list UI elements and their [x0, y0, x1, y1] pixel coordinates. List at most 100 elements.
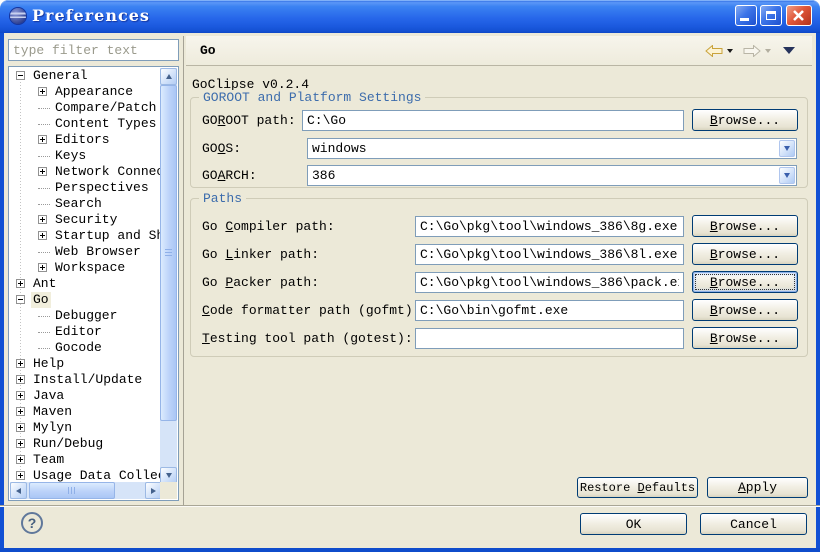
tree-expander-icon[interactable] [38, 87, 47, 96]
view-menu-icon[interactable] [783, 47, 795, 54]
tree-item[interactable]: Run/Debug [10, 436, 162, 452]
paths-group-title: Paths [199, 191, 246, 206]
combo-selected-value: 386 [312, 167, 335, 184]
tree-item-label: Editor [53, 324, 104, 340]
combo-selected-value: windows [312, 140, 367, 157]
tree-expander-icon[interactable] [16, 439, 25, 448]
tree-item[interactable]: Debugger [10, 308, 162, 324]
tree-item[interactable]: Java [10, 388, 162, 404]
tree-expander-icon[interactable] [16, 471, 25, 480]
tree-expander-icon[interactable] [16, 407, 25, 416]
tree-item[interactable]: Ant [10, 276, 162, 292]
tree-expander-icon[interactable] [38, 167, 47, 176]
eclipse-logo-icon [10, 8, 26, 24]
tree-item[interactable]: Perspectives [10, 180, 162, 196]
tree-item[interactable]: Search [10, 196, 162, 212]
testing-tool-path-input[interactable] [415, 328, 684, 349]
tree-item-label: Java [31, 388, 66, 404]
tree-item[interactable]: General [10, 68, 162, 84]
tree-item[interactable]: Appearance [10, 84, 162, 100]
tree-item[interactable]: Content Types [10, 116, 162, 132]
tree-item-label: Network Connections [53, 164, 162, 180]
back-history-dropdown-icon[interactable] [727, 49, 733, 53]
tree-item[interactable]: Install/Update [10, 372, 162, 388]
tree-item[interactable]: Mylyn [10, 420, 162, 436]
tree-expander-icon[interactable] [16, 391, 25, 400]
tree-item-label: Go [31, 292, 51, 308]
goarch-combo[interactable]: 386 [307, 165, 797, 186]
goroot-settings-group-title: GOROOT and Platform Settings [199, 90, 425, 105]
tree-item[interactable]: Editors [10, 132, 162, 148]
maximize-button[interactable] [760, 5, 782, 26]
browse-goroot-button[interactable]: Browse... [692, 109, 798, 131]
tree-item-label: Compare/Patch [53, 100, 158, 116]
chevron-down-icon[interactable] [779, 140, 795, 157]
tree-expander-icon[interactable] [16, 279, 25, 288]
filter-input[interactable] [8, 39, 179, 61]
tree-item[interactable]: Gocode [10, 340, 162, 356]
tree-expander-icon[interactable] [38, 263, 47, 272]
go-compiler-path-input[interactable] [415, 216, 684, 237]
tree-item[interactable]: Help [10, 356, 162, 372]
go-linker-path-label: Go Linker path: [202, 247, 319, 263]
ok-button[interactable]: OK [580, 513, 687, 535]
tree-item-label: Appearance [53, 84, 135, 100]
code-formatter-path-input[interactable] [415, 300, 684, 321]
tree-expander-icon[interactable] [38, 231, 47, 240]
goroot-path-input[interactable] [302, 110, 684, 131]
scroll-up-button[interactable] [160, 68, 177, 85]
tree-item[interactable]: Compare/Patch [10, 100, 162, 116]
label-mnemonic: C [202, 303, 210, 318]
label-text: Go [202, 219, 225, 234]
scroll-left-button[interactable] [10, 482, 27, 499]
tree-item[interactable]: Keys [10, 148, 162, 164]
label-text: esting tool path (gotest): [210, 331, 413, 346]
tree-item[interactable]: Team [10, 452, 162, 468]
tree-expander-icon[interactable] [38, 215, 47, 224]
tree-horizontal-scrollbar[interactable] [10, 482, 162, 499]
cancel-button[interactable]: Cancel [700, 513, 807, 535]
help-button[interactable]: ? [21, 512, 43, 534]
restore-defaults-button[interactable]: Restore Defaults [577, 477, 698, 498]
tree-item-label: Content Types [53, 116, 158, 132]
browse-compiler-button[interactable]: Browse... [692, 215, 798, 237]
label-text: ompiler path: [233, 219, 334, 234]
tree-item[interactable]: Security [10, 212, 162, 228]
tree-expander-icon[interactable] [16, 455, 25, 464]
browse-formatter-button[interactable]: Browse... [692, 299, 798, 321]
tree-expander-icon[interactable] [16, 359, 25, 368]
tree-item[interactable]: Web Browser [10, 244, 162, 260]
tree-item[interactable]: Go [10, 292, 162, 308]
tree-item[interactable]: Workspace [10, 260, 162, 276]
tree-expander-icon[interactable] [16, 71, 25, 80]
tree-expander-icon[interactable] [16, 375, 25, 384]
tree-item[interactable]: Maven [10, 404, 162, 420]
tree-vertical-scrollbar[interactable] [160, 68, 177, 484]
minimize-button[interactable] [735, 5, 757, 26]
go-linker-path-input[interactable] [415, 244, 684, 265]
horizontal-scroll-thumb[interactable] [29, 482, 115, 499]
tree-expander-icon[interactable] [16, 423, 25, 432]
goos-combo[interactable]: windows [307, 138, 797, 159]
go-packer-path-input[interactable] [415, 272, 684, 293]
button-mnemonic: B [710, 113, 718, 128]
chevron-down-icon[interactable] [779, 167, 795, 184]
tree-item[interactable]: Startup and Shutdown [10, 228, 162, 244]
tree-expander-icon[interactable] [38, 135, 47, 144]
tree-item-label: Gocode [53, 340, 104, 356]
close-button[interactable] [786, 5, 812, 26]
back-arrow-icon[interactable] [705, 45, 723, 57]
browse-testing-button[interactable]: Browse... [692, 327, 798, 349]
chevron-left-icon [16, 488, 21, 494]
button-mnemonic: B [710, 219, 718, 234]
tree-item[interactable]: Editor [10, 324, 162, 340]
tree-item[interactable]: Network Connections [10, 164, 162, 180]
tree-expander-icon[interactable] [16, 295, 25, 304]
apply-button[interactable]: Apply [707, 477, 808, 498]
browse-linker-button[interactable]: Browse... [692, 243, 798, 265]
tree-item-label: Install/Update [31, 372, 144, 388]
tree-item-label: Search [53, 196, 104, 212]
browse-packer-button[interactable]: Browse... [692, 271, 798, 293]
button-text: rowse... [718, 247, 780, 262]
vertical-scroll-thumb[interactable] [160, 85, 177, 421]
